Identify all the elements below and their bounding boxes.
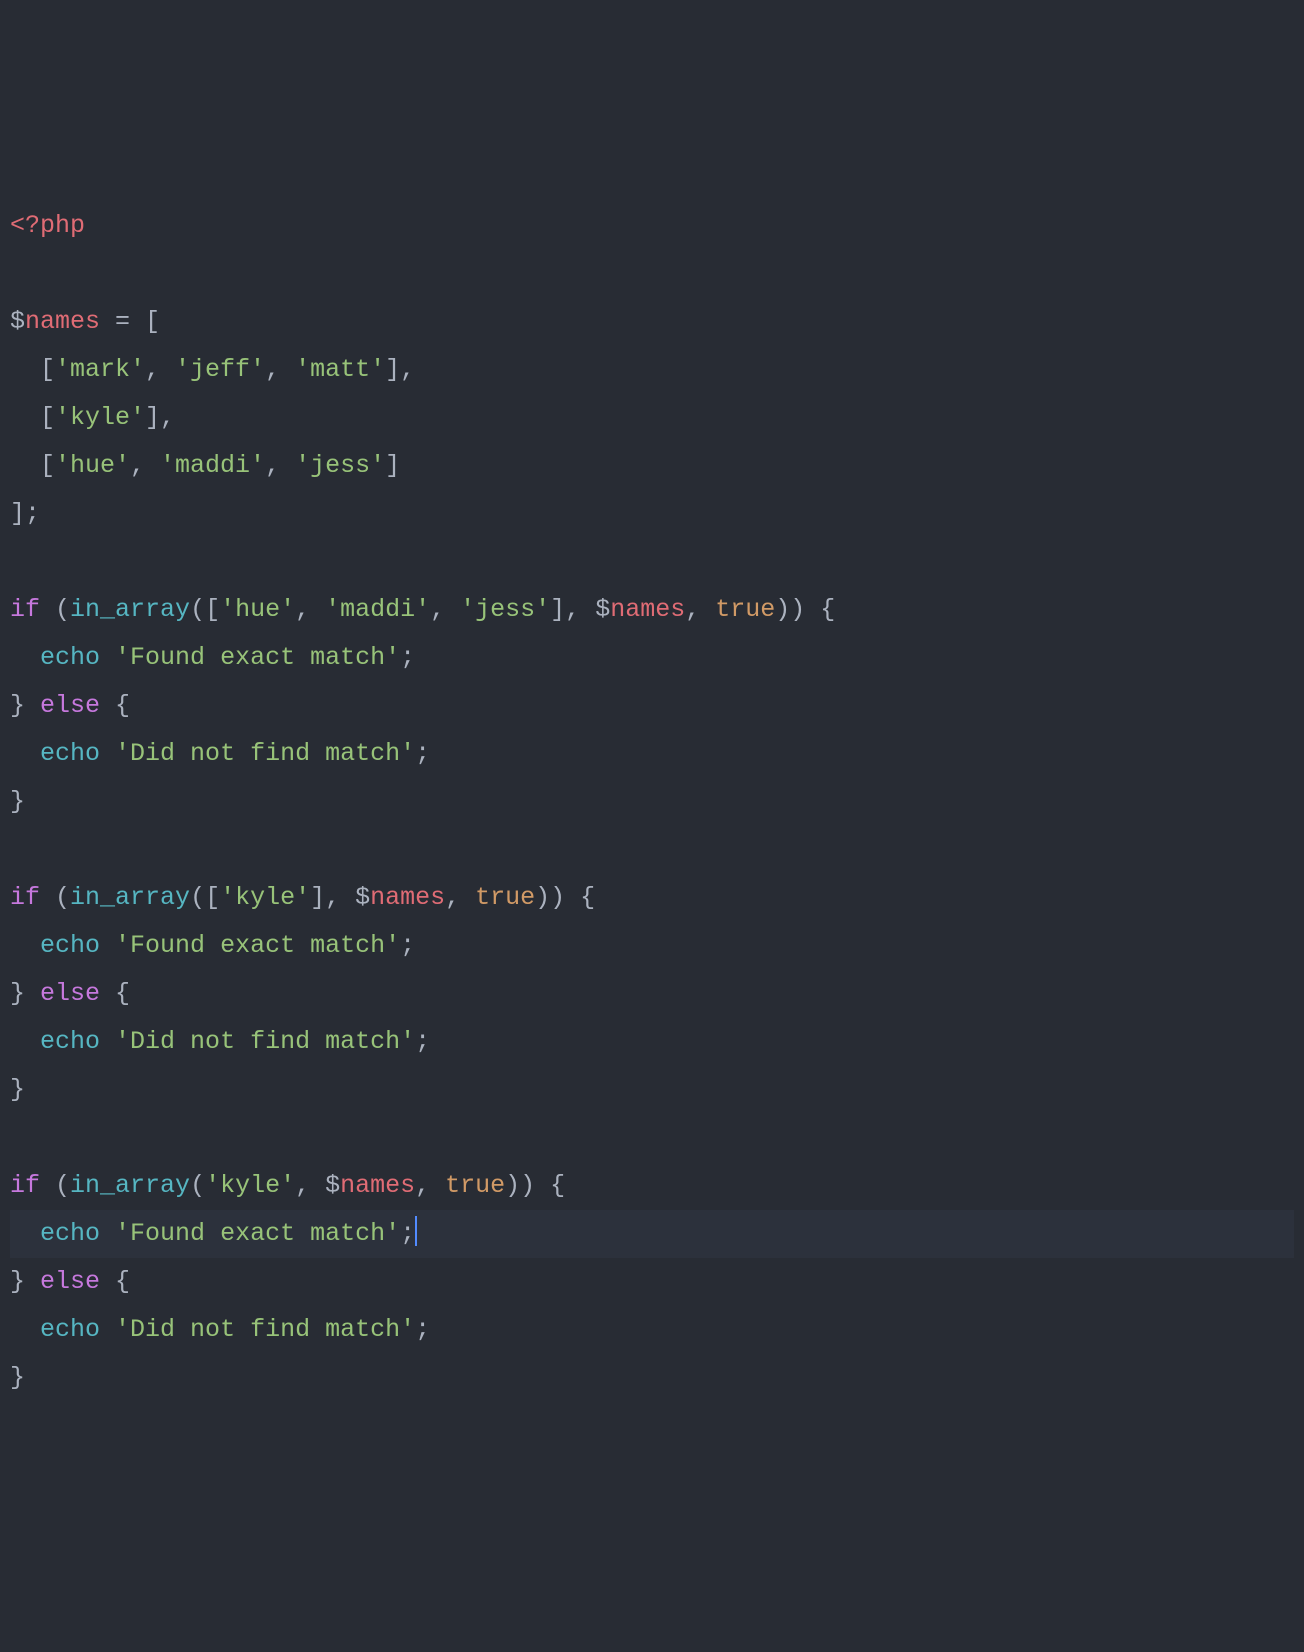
code-line-6: ['hue', 'maddi', 'jess']	[10, 442, 1294, 490]
code-line-5: ['kyle'],	[10, 394, 1294, 442]
code-line-18: echo 'Did not find match';	[10, 1018, 1294, 1066]
code-line-4: ['mark', 'jeff', 'matt'],	[10, 346, 1294, 394]
code-line-2	[10, 250, 1294, 298]
code-line-24: echo 'Did not find match';	[10, 1306, 1294, 1354]
code-line-19: }	[10, 1066, 1294, 1114]
code-line-16: echo 'Found exact match';	[10, 922, 1294, 970]
code-line-8	[10, 538, 1294, 586]
code-line-13: }	[10, 778, 1294, 826]
php-open-tag: <?php	[10, 211, 85, 240]
code-line-22-active: echo 'Found exact match';	[10, 1210, 1294, 1258]
code-line-14	[10, 826, 1294, 874]
code-line-9: if (in_array(['hue', 'maddi', 'jess'], $…	[10, 586, 1294, 634]
text-cursor	[415, 1216, 417, 1246]
code-line-23: } else {	[10, 1258, 1294, 1306]
code-line-12: echo 'Did not find match';	[10, 730, 1294, 778]
code-editor[interactable]: <?php $names = [ ['mark', 'jeff', 'matt'…	[10, 202, 1294, 1402]
code-line-17: } else {	[10, 970, 1294, 1018]
code-line-11: } else {	[10, 682, 1294, 730]
code-line-7: ];	[10, 490, 1294, 538]
code-line-25: }	[10, 1354, 1294, 1402]
code-line-21: if (in_array('kyle', $names, true)) {	[10, 1162, 1294, 1210]
code-line-3: $names = [	[10, 298, 1294, 346]
code-line-15: if (in_array(['kyle'], $names, true)) {	[10, 874, 1294, 922]
code-line-20	[10, 1114, 1294, 1162]
code-line-10: echo 'Found exact match';	[10, 634, 1294, 682]
code-line-1: <?php	[10, 202, 1294, 250]
